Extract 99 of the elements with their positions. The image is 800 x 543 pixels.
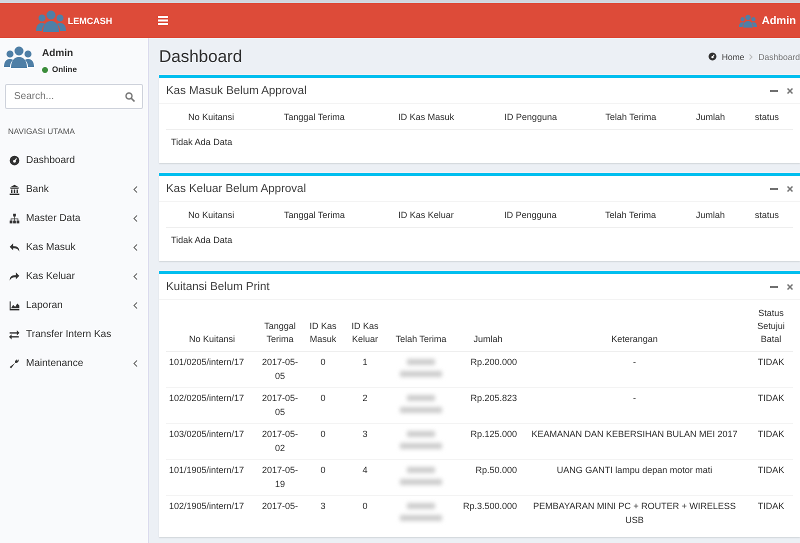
search-field[interactable]: Search... [5, 84, 143, 109]
column-header: Tanggal Terima [256, 106, 372, 130]
table-cell: 0 [302, 388, 344, 424]
user-name: Admin [42, 48, 74, 59]
column-header: ID Pengguna [479, 204, 582, 228]
share-icon [9, 271, 20, 282]
column-header: Keterangan [520, 302, 749, 352]
dashboard-icon [9, 155, 20, 166]
table-cell: Rp.205.823 [456, 388, 520, 424]
close-icon[interactable] [787, 186, 793, 192]
column-header: No Kuitansi [166, 302, 258, 352]
users-icon [738, 14, 757, 28]
table-cell: 2017-05-19 [258, 459, 302, 496]
table-cell: 0 [344, 495, 386, 531]
column-header: Status Setujui Batal [749, 302, 793, 352]
table-cell: 2017-05- [258, 495, 302, 531]
sidebar-item[interactable]: Kas Masuk [0, 233, 148, 262]
table-cell: 101/0205/intern/17 [166, 352, 258, 388]
column-header: status [740, 204, 793, 228]
table-cell: Rp.125.000 [456, 423, 520, 460]
breadcrumb-current: Dashboard [758, 52, 800, 62]
empty-table-message: Tidak Ada Data [170, 234, 234, 248]
table-cell: 0 [302, 423, 344, 460]
minimize-icon[interactable] [770, 286, 778, 288]
table-cell: 4 [344, 459, 386, 496]
table-cell: 3 [302, 495, 344, 531]
column-header: No Kuitansi [166, 204, 256, 228]
column-header: Telah Terima [386, 302, 456, 352]
table-cell: - [520, 388, 749, 424]
table-cell: TIDAK [749, 352, 793, 388]
search-icon[interactable] [125, 92, 135, 102]
table-cell: 2 [344, 388, 386, 424]
box-title: Kuitansi Belum Print [166, 280, 271, 293]
column-header: ID Pengguna [480, 106, 582, 130]
chart-icon [9, 300, 20, 311]
bank-icon [9, 184, 20, 195]
sidebar-item[interactable]: Master Data [0, 204, 148, 233]
column-header: Telah Terima [581, 204, 680, 228]
breadcrumb-link[interactable]: Home [722, 52, 744, 62]
minimize-icon[interactable] [770, 90, 778, 92]
table-cell: Rp.3.500.000 [456, 495, 520, 531]
column-header: ID Kas Keluar [344, 302, 386, 352]
column-header: Jumlah [680, 106, 741, 130]
chevron-icon [749, 54, 754, 60]
sidebar-item[interactable]: Dashboard [0, 146, 148, 175]
sidebar-item[interactable]: Bank [0, 175, 148, 204]
column-header: ID Kas Masuk [372, 106, 480, 130]
users-icon [36, 8, 66, 32]
column-header: Jumlah [456, 302, 520, 352]
sidebar-item[interactable]: Maintenance [0, 349, 148, 378]
column-header: Jumlah [680, 204, 741, 228]
close-icon[interactable] [787, 88, 793, 94]
table-cell: 102/1905/intern/17 [166, 495, 258, 531]
column-header: Tanggal Terima [256, 204, 373, 228]
users-icon [4, 46, 34, 68]
empty-table-message: Tidak Ada Data [170, 136, 234, 150]
menu-icon[interactable] [158, 16, 168, 25]
table-cell: KEAMANAN DAN KEBERSIHAN BULAN MEI 2017 [520, 423, 749, 460]
column-header: Tanggal Terima [258, 302, 302, 352]
table-cell: PEMBAYARAN MINI PC + ROUTER + WIRELESS USB [520, 495, 749, 531]
table-cell: 0 [302, 352, 344, 388]
table-cell: Rp.200.000 [456, 352, 520, 388]
table-cell: 2017-05-05 [258, 388, 302, 424]
table-cell: 102/0205/intern/17 [166, 388, 258, 424]
table-cell: TIDAK [749, 423, 793, 460]
dashboard-icon [708, 52, 717, 61]
table-cell: 2017-05-02 [258, 423, 302, 460]
close-icon[interactable] [787, 284, 793, 290]
app-logo-text: LEMCASH [68, 16, 112, 26]
table-cell: TIDAK [749, 459, 793, 496]
sidebar-item[interactable]: Transfer Intern Kas [0, 320, 148, 349]
column-header: status [740, 106, 793, 130]
table-cell: TIDAK [749, 388, 793, 424]
box-title: Kas Keluar Belum Approval [166, 182, 307, 195]
table-cell: 101/1905/intern/17 [166, 459, 258, 496]
table-cell: TIDAK [749, 495, 793, 531]
reply-icon [9, 242, 20, 253]
column-header: No Kuitansi [166, 106, 256, 130]
table-cell: UANG GANTI lampu depan motor mati [520, 459, 749, 496]
box-title: Kas Masuk Belum Approval [166, 84, 308, 96]
user-status: Online [52, 65, 77, 74]
nav-section-header: NAVIGASI UTAMA [7, 126, 76, 138]
table-cell: 0 [302, 459, 344, 496]
table-cell: 103/0205/intern/17 [166, 423, 258, 460]
sidebar-item[interactable]: Laporan [0, 291, 148, 320]
page-title: Dashboard [159, 46, 244, 66]
column-header: ID Kas Keluar [372, 204, 480, 228]
table-cell: - [520, 352, 749, 388]
table-cell: 1 [344, 352, 386, 388]
user-menu-name[interactable]: Admin [762, 14, 796, 26]
exchange-icon [9, 329, 20, 340]
column-header: Telah Terima [581, 106, 680, 130]
column-header: ID Kas Masuk [302, 302, 344, 352]
table-cell: 2017-05-05 [258, 352, 302, 388]
sitemap-icon [9, 213, 20, 224]
sidebar-item[interactable]: Kas Keluar [0, 262, 148, 291]
minimize-icon[interactable] [770, 188, 778, 190]
table-cell: 3 [344, 423, 386, 460]
table-cell: Rp.50.000 [456, 459, 520, 496]
